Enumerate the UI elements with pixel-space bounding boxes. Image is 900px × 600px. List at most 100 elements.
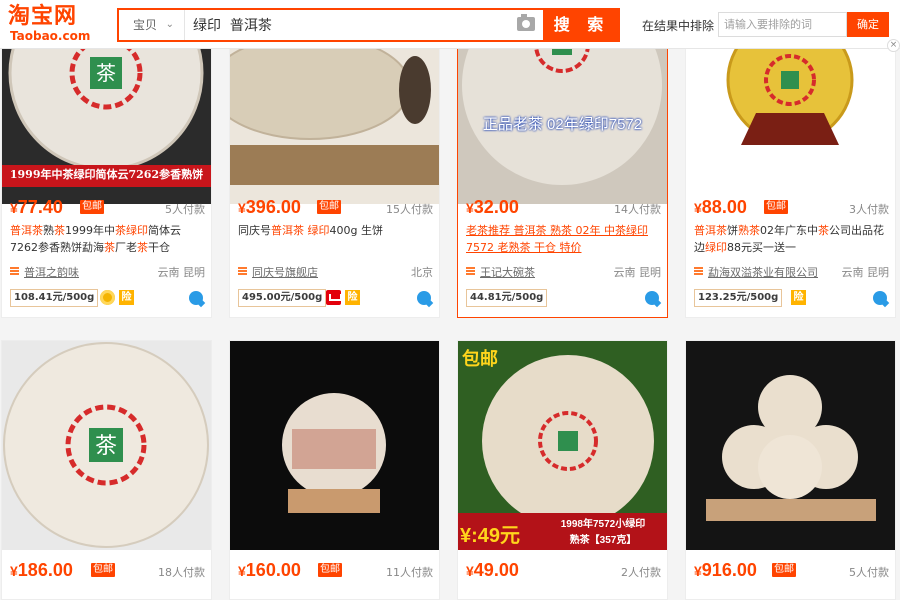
wangwang-icon[interactable] (645, 291, 659, 305)
sales-count: 3人付款 (849, 203, 889, 216)
shop-name[interactable]: 王记大碗茶 (480, 264, 535, 280)
unit-price: 108.41元/500g (10, 289, 99, 307)
search-button[interactable]: 搜 索 (543, 8, 620, 42)
price-row: ¥186.00 包邮 18人付款 (10, 560, 205, 584)
location: 云南 昆明 (157, 266, 206, 279)
guarantee-icon: 险 (119, 290, 134, 305)
shop-name[interactable]: 同庆号旗舰店 (252, 264, 318, 280)
sales-count: 14人付款 (614, 203, 661, 216)
taobao-logo[interactable]: 淘宝网 Taobao.com (8, 4, 108, 44)
unit-row: 108.41元/500g 险 (10, 289, 205, 308)
unit-row: 123.25元/500g 险 (694, 289, 889, 308)
free-shipping-badge: 包邮 (772, 563, 796, 577)
title-text: 老茶推荐 普洱茶 熟茶 02年 中茶绿印 7572 老熟茶 干仓 特价 (466, 224, 648, 254)
shop-row: 普洱之韵味 云南 昆明 (10, 264, 205, 280)
product-image[interactable]: 包邮 ¥:49元 1998年7572小绿印 熟茶【357克】 (458, 341, 667, 550)
wangwang-icon[interactable] (873, 291, 887, 305)
search-type-label: 宝贝 (133, 18, 158, 32)
tea-cake-image (686, 341, 895, 550)
unit-row: 44.81元/500g (466, 289, 661, 308)
close-icon[interactable]: × (887, 39, 900, 52)
price: ¥32.00 (466, 197, 519, 217)
title-keyword: 茶 (104, 241, 115, 254)
title-text: 熟 (43, 224, 54, 237)
free-shipping-badge: 包邮 (91, 563, 115, 577)
title-keyword: 熟茶 (738, 224, 760, 237)
camera-icon[interactable] (517, 14, 535, 31)
location: 北京 (411, 266, 433, 279)
search-box: 宝贝 ⌄ 搜 索 (117, 8, 620, 42)
price: ¥88.00 (694, 197, 747, 217)
gold-seller-icon (100, 290, 115, 305)
logo-text-en: Taobao.com (10, 29, 91, 43)
location: 云南 昆明 (613, 266, 662, 279)
price-row: ¥916.00 包邮 5人付款 (694, 560, 889, 584)
title-text: 厂老 (115, 241, 137, 254)
chevron-down-icon: ⌄ (165, 19, 174, 30)
unit-price: 123.25元/500g (694, 289, 783, 307)
price-row: ¥32.00 14人付款 (466, 197, 661, 221)
svg-text:茶: 茶 (96, 61, 116, 85)
free-shipping-badge: 包邮 (318, 563, 342, 577)
price-row: ¥396.00 包邮 15人付款 (238, 197, 433, 221)
shop-icon (694, 267, 703, 276)
price-row: ¥160.00 包邮 11人付款 (238, 560, 433, 584)
product-card[interactable]: ¥160.00 包邮 11人付款 (229, 340, 440, 600)
title-keyword: 茶 (137, 241, 148, 254)
product-card[interactable]: ¥916.00 包邮 5人付款 (685, 340, 896, 600)
free-shipping-badge: 包邮 (764, 200, 788, 214)
logo-text-cn: 淘宝网 (8, 4, 78, 29)
title-text: 88元买一送一 (727, 241, 796, 254)
product-image[interactable]: 茶 (2, 341, 211, 550)
price: ¥396.00 (238, 197, 301, 217)
title-keyword: 茶绿印 (115, 224, 148, 237)
top-bar: 淘宝网 Taobao.com 宝贝 ⌄ 搜 索 在结果中排除 确定 (0, 0, 900, 49)
free-shipping-badge: 包邮 (80, 200, 104, 214)
exclude-input[interactable] (718, 12, 847, 37)
free-shipping-badge: 包邮 (317, 200, 341, 214)
shop-icon (466, 267, 475, 276)
shop-row: 同庆号旗舰店 北京 (238, 264, 433, 280)
guarantee-icon: 险 (791, 290, 806, 305)
title-keyword: 绿印 (705, 241, 727, 254)
shop-name[interactable]: 勐海双溢茶业有限公司 (708, 264, 818, 280)
product-title[interactable]: 同庆号普洱茶 绿印400g 生饼 (238, 222, 433, 239)
search-input[interactable] (189, 10, 519, 40)
product-title[interactable]: 老茶推荐 普洱茶 熟茶 02年 中茶绿印 7572 老熟茶 干仓 特价 (466, 222, 661, 256)
sales-count: 5人付款 (165, 203, 205, 216)
title-text: 饼 (727, 224, 738, 237)
shop-name[interactable]: 普洱之韵味 (24, 264, 79, 280)
price: ¥77.40 (10, 197, 63, 217)
guarantee-icon: 险 (345, 290, 360, 305)
unit-row: 495.00元/500g 险 (238, 289, 433, 308)
shop-row: 王记大碗茶 云南 昆明 (466, 264, 661, 280)
image-caption: 正品老茶 02年绿印7572 (482, 116, 643, 133)
title-keyword: 绿印 (307, 224, 330, 237)
title-text: 1999年中 (65, 224, 115, 237)
image-caption-line1: 1998年7572小绿印 (560, 519, 646, 530)
shop-icon (238, 267, 247, 276)
image-caption-line2: 熟茶【357克】 (569, 535, 637, 546)
title-text: 02年广东中 (760, 224, 818, 237)
wangwang-icon[interactable] (189, 291, 203, 305)
product-image[interactable] (230, 341, 439, 550)
image-caption-top: 包邮 (462, 349, 498, 369)
title-keyword: 普洱茶 (271, 224, 304, 237)
product-title[interactable]: 普洱茶熟茶1999年中茶绿印简体云7262参香熟饼勐海茶厂老茶干仓 (10, 222, 205, 256)
exclude-label: 在结果中排除 (642, 19, 715, 33)
tmall-icon (326, 290, 342, 305)
product-title[interactable]: 普洱茶饼熟茶02年广东中茶公司出品花边绿印88元买一送一 (694, 222, 889, 256)
title-keyword: 茶 (54, 224, 65, 237)
image-caption-price: ¥:49元 (460, 525, 521, 547)
svg-text:茶: 茶 (95, 434, 117, 459)
image-caption: 1999年中茶绿印简体云7262参香熟饼 (9, 168, 204, 181)
product-card[interactable]: 茶 ¥186.00 包邮 18人付款 (1, 340, 212, 600)
title-keyword: 茶 (818, 224, 829, 237)
search-type-select[interactable]: 宝贝 ⌄ (119, 10, 185, 40)
title-text: 400g 生饼 (329, 224, 383, 237)
product-card[interactable]: 包邮 ¥:49元 1998年7572小绿印 熟茶【357克】 ¥49.00 2人… (457, 340, 668, 600)
product-image[interactable] (686, 341, 895, 550)
shop-row: 勐海双溢茶业有限公司 云南 昆明 (694, 264, 889, 280)
confirm-button[interactable]: 确定 (847, 12, 889, 37)
wangwang-icon[interactable] (417, 291, 431, 305)
